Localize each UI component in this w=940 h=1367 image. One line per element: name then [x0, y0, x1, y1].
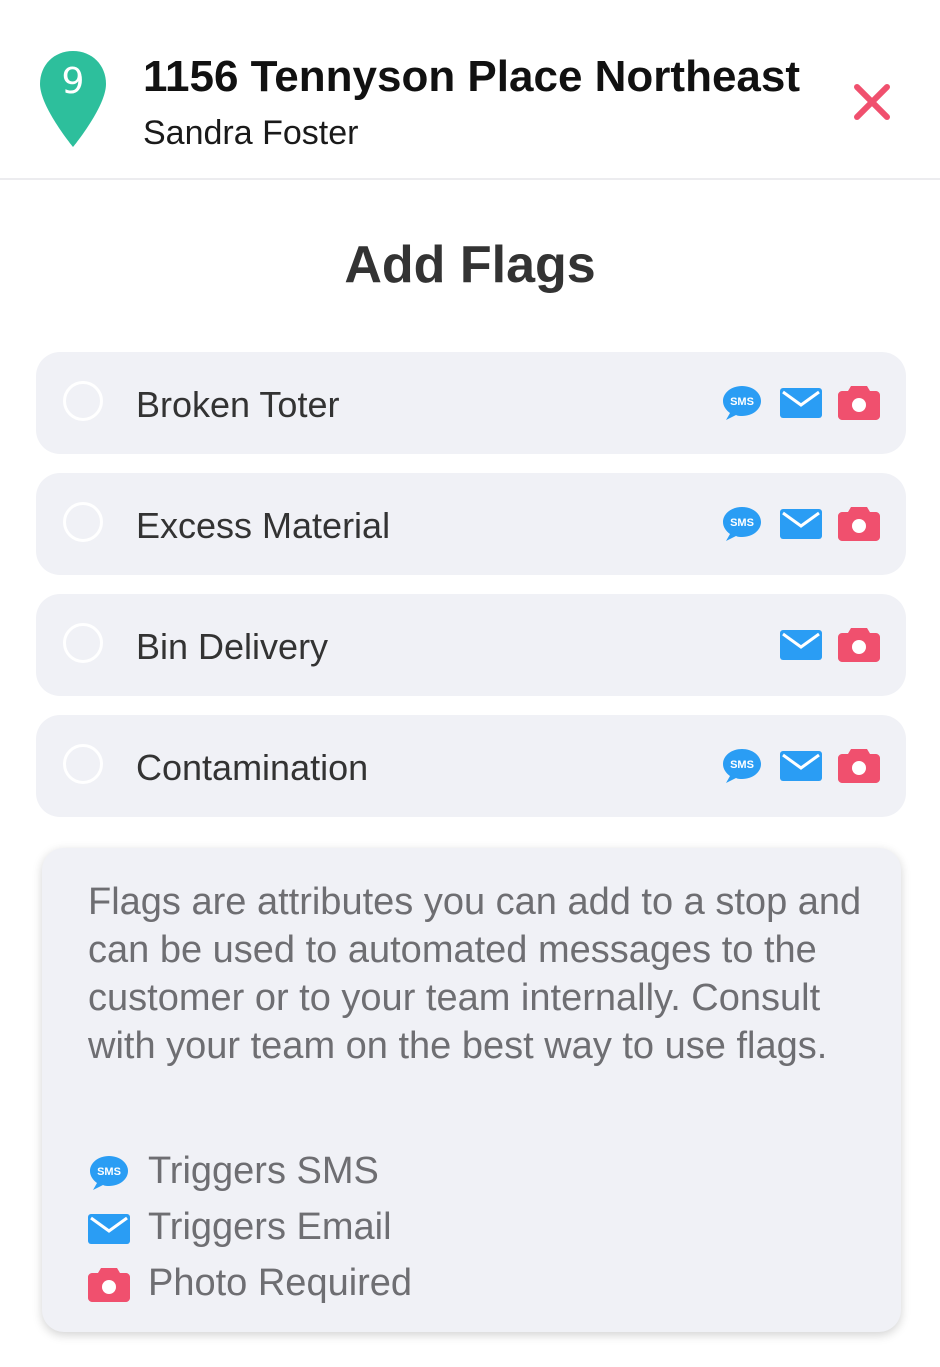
sms-icon-text: SMS	[730, 517, 754, 529]
legend-label: Photo Required	[148, 1262, 413, 1304]
camera-icon	[838, 507, 880, 541]
flag-row-excess-material[interactable]: Excess Material SMS	[36, 473, 906, 575]
camera-icon	[88, 1268, 130, 1302]
add-flags-panel: Add Flags Broken Toter SMS Excess Materi…	[0, 180, 940, 1367]
flag-radio[interactable]	[63, 381, 103, 421]
legend-label: Triggers SMS	[148, 1150, 379, 1192]
flag-radio[interactable]	[63, 623, 103, 663]
flag-row-contamination[interactable]: Contamination SMS	[36, 715, 906, 817]
sms-bubble-icon: SMS	[723, 507, 761, 541]
sms-icon-text: SMS	[730, 396, 754, 408]
page-title: Add Flags	[344, 236, 596, 294]
close-icon	[854, 84, 890, 120]
flag-label: Bin Delivery	[136, 626, 329, 667]
map-pin-icon: 9	[38, 49, 108, 149]
stop-address: 1156 Tennyson Place Northeast	[143, 52, 801, 101]
flag-row-broken-toter[interactable]: Broken Toter SMS	[36, 352, 906, 454]
flag-label: Contamination	[136, 747, 369, 788]
sms-bubble-icon: SMS	[90, 1156, 128, 1190]
camera-icon	[838, 749, 880, 783]
flag-radio[interactable]	[63, 502, 103, 542]
camera-icon	[838, 628, 880, 662]
email-icon	[780, 751, 822, 781]
sms-bubble-icon: SMS	[723, 749, 761, 783]
flag-radio[interactable]	[63, 744, 103, 784]
stop-number: 9	[61, 61, 85, 102]
flags-info-card: Flags are attributes you can add to a st…	[42, 848, 901, 1332]
camera-icon	[838, 386, 880, 420]
sms-bubble-icon: SMS	[723, 386, 761, 420]
flag-label: Excess Material	[136, 505, 391, 546]
flag-row-bin-delivery[interactable]: Bin Delivery	[36, 594, 906, 696]
legend-label: Triggers Email	[148, 1206, 392, 1248]
email-icon	[780, 630, 822, 660]
flags-description: Flags are attributes you can add to a st…	[88, 881, 862, 1067]
sms-icon-text: SMS	[97, 1166, 121, 1178]
email-icon	[780, 509, 822, 539]
stop-header: 9 1156 Tennyson Place Northeast Sandra F…	[0, 0, 940, 180]
email-icon	[780, 388, 822, 418]
email-icon	[88, 1214, 130, 1244]
customer-name: Sandra Foster	[143, 114, 359, 152]
flag-label: Broken Toter	[136, 384, 340, 425]
sms-icon-text: SMS	[730, 759, 754, 771]
close-button[interactable]	[846, 76, 898, 128]
